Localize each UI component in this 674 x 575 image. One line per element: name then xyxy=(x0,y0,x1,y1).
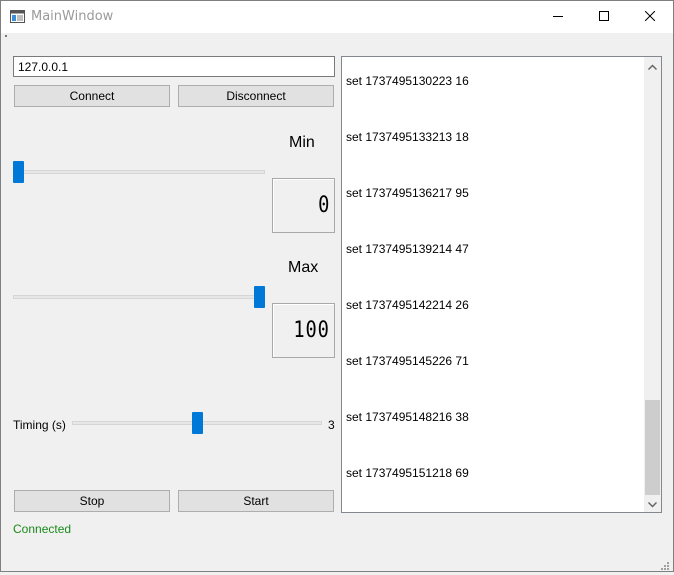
list-item[interactable]: set 1737495151218 69 xyxy=(346,466,469,480)
chevron-down-icon xyxy=(648,495,657,513)
min-slider-handle[interactable] xyxy=(13,161,24,183)
menu-grip xyxy=(5,35,7,37)
min-lcd-display: 0 xyxy=(272,178,335,233)
log-scrollbar[interactable] xyxy=(644,57,661,512)
scroll-up-button[interactable] xyxy=(644,57,661,74)
list-item[interactable]: set 1737495145226 71 xyxy=(346,354,469,368)
menu-bar xyxy=(1,33,673,39)
log-list[interactable]: set 1737495130223 16 set 1737495133213 1… xyxy=(341,56,662,513)
ip-address-input[interactable] xyxy=(13,56,335,77)
start-button[interactable]: Start xyxy=(178,490,334,512)
scroll-down-button[interactable] xyxy=(644,495,661,512)
maximize-button[interactable] xyxy=(581,1,627,33)
max-lcd-value: 100 xyxy=(293,318,330,343)
maximize-icon xyxy=(599,8,609,26)
timing-label: Timing (s) xyxy=(13,418,66,432)
chevron-up-icon xyxy=(648,57,657,75)
stop-button[interactable]: Stop xyxy=(14,490,170,512)
title-bar[interactable]: MainWindow xyxy=(1,1,673,33)
minimize-button[interactable] xyxy=(535,1,581,33)
list-item[interactable]: set 1737495133213 18 xyxy=(346,130,469,144)
connect-button[interactable]: Connect xyxy=(14,85,170,107)
list-item[interactable]: set 1737495142214 26 xyxy=(346,298,469,312)
resize-grip-icon[interactable] xyxy=(659,557,669,570)
list-item[interactable]: set 1737495130223 16 xyxy=(346,74,469,88)
min-lcd-value: 0 xyxy=(317,193,330,218)
disconnect-button[interactable]: Disconnect xyxy=(178,85,334,107)
max-slider-track[interactable] xyxy=(13,295,265,299)
scroll-thumb[interactable] xyxy=(645,400,660,495)
min-label: Min xyxy=(289,134,315,151)
window-title: MainWindow xyxy=(31,9,114,24)
max-label: Max xyxy=(288,259,319,276)
app-window-icon xyxy=(10,10,25,23)
min-slider-track[interactable] xyxy=(13,170,265,174)
close-button[interactable] xyxy=(627,1,673,33)
timing-value: 3 xyxy=(328,418,335,432)
list-item[interactable]: set 1737495139214 47 xyxy=(346,242,469,256)
main-window: MainWindow Connect Disconnect Min 0 Max … xyxy=(0,0,674,572)
close-icon xyxy=(644,8,656,26)
list-item[interactable]: set 1737495148216 38 xyxy=(346,410,469,424)
list-item[interactable]: set 1737495136217 95 xyxy=(346,186,469,200)
minimize-icon xyxy=(553,8,563,26)
timing-slider-handle[interactable] xyxy=(191,412,203,434)
max-lcd-display: 100 xyxy=(272,303,335,358)
max-slider-handle[interactable] xyxy=(254,286,265,308)
connection-status: Connected xyxy=(13,522,72,536)
